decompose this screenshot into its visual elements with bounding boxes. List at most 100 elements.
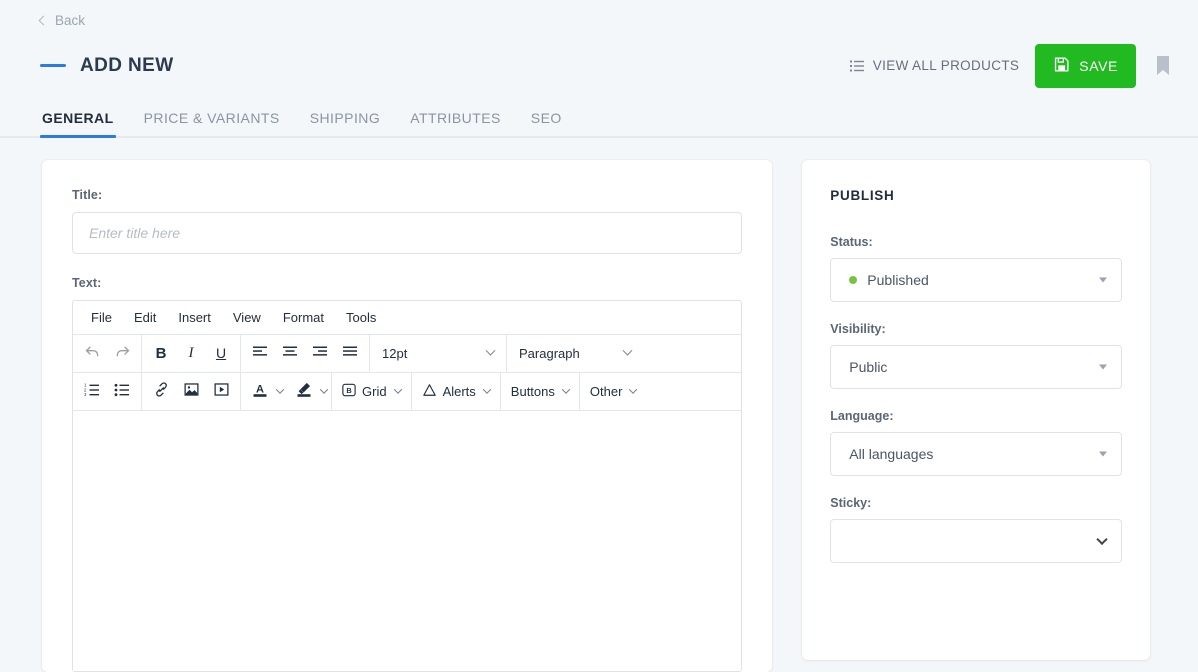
insert-group [142, 372, 241, 410]
tab-seo[interactable]: SEO [529, 110, 564, 136]
media-icon [213, 381, 230, 401]
chevron-down-icon[interactable] [275, 385, 285, 394]
caret-down-icon [1099, 364, 1107, 369]
chevron-down-icon [393, 385, 402, 394]
buttons-menu-button[interactable]: Buttons [505, 376, 575, 406]
visibility-select[interactable]: Public [830, 344, 1122, 389]
bookmark-button[interactable] [1152, 52, 1174, 80]
save-button[interactable]: SAVE [1035, 43, 1136, 88]
other-menu-button[interactable]: Other [584, 376, 643, 406]
redo-icon [114, 343, 131, 363]
italic-button[interactable]: I [176, 338, 206, 368]
bullet-list-button[interactable] [107, 376, 137, 406]
status-label: Status: [830, 234, 873, 249]
underline-button[interactable]: U [206, 338, 236, 368]
publish-panel-title: PUBLISH [830, 187, 895, 203]
text-field-label: Text: [72, 275, 102, 290]
status-dot-icon [849, 275, 858, 284]
bullet-list-icon [114, 382, 130, 401]
highlight-color-control[interactable] [289, 376, 329, 406]
menu-tools[interactable]: Tools [338, 308, 384, 327]
chevron-down-icon [629, 385, 638, 394]
grid-group: B Grid [332, 372, 412, 410]
text-color-icon: A [252, 381, 268, 401]
alignment-group [241, 334, 370, 372]
font-size-group: 12pt [370, 334, 507, 372]
block-format-value: Paragraph [519, 345, 580, 361]
save-label: SAVE [1079, 57, 1118, 74]
editor-content-area[interactable] [73, 410, 742, 671]
font-size-value: 12pt [382, 345, 408, 361]
language-select[interactable]: All languages [830, 431, 1122, 476]
chevron-down-icon[interactable] [319, 385, 329, 394]
block-format-select[interactable]: Paragraph [511, 338, 639, 368]
numbered-list-button[interactable]: 1 2 3 [77, 376, 107, 406]
alerts-label: Alerts [442, 383, 476, 399]
font-size-select[interactable]: 12pt [374, 338, 502, 368]
link-button[interactable] [146, 376, 176, 406]
sticky-label: Sticky: [830, 495, 872, 510]
align-justify-button[interactable] [335, 338, 365, 368]
tab-general[interactable]: GENERAL [40, 110, 116, 138]
redo-button[interactable] [107, 338, 137, 368]
link-icon [153, 381, 170, 401]
rich-text-editor: File Edit Insert View Format Tools B I U… [72, 299, 743, 672]
svg-text:3: 3 [84, 392, 87, 397]
general-form-card: Title: Text: File Edit Insert View Forma… [42, 159, 773, 672]
svg-text:A: A [256, 384, 264, 396]
tab-attributes[interactable]: ATTRIBUTES [408, 110, 503, 136]
grid-menu-button[interactable]: B Grid [336, 376, 407, 406]
text-color-control[interactable]: A [245, 376, 285, 406]
menu-edit[interactable]: Edit [126, 308, 164, 327]
text-color-button[interactable]: A [245, 376, 275, 406]
header-actions: VIEW ALL PRODUCTS SAVE [849, 43, 1174, 88]
view-all-products-link[interactable]: VIEW ALL PRODUCTS [849, 58, 1019, 73]
publish-panel: PUBLISH Status: Published Visibility: Pu… [802, 159, 1150, 660]
highlight-color-button[interactable] [289, 376, 319, 406]
menu-insert[interactable]: Insert [170, 308, 219, 327]
align-center-button[interactable] [275, 338, 305, 368]
list-icon [849, 60, 864, 72]
media-button[interactable] [206, 376, 236, 406]
page-title: ADD NEW [80, 54, 174, 76]
tab-price-variants[interactable]: PRICE & VARIANTS [142, 110, 282, 136]
align-center-icon [282, 344, 298, 363]
status-select[interactable]: Published [830, 257, 1122, 302]
page-header: Back ADD NEW VIEW ALL PRODUCTS SAVE [0, 0, 1198, 88]
align-right-icon [312, 344, 328, 363]
chevron-left-icon [38, 15, 49, 26]
align-right-button[interactable] [305, 338, 335, 368]
status-value: Published [867, 271, 929, 288]
visibility-label: Visibility: [830, 321, 886, 336]
list-group: 1 2 3 [73, 372, 142, 410]
caret-down-icon [1099, 277, 1107, 282]
tab-shipping[interactable]: SHIPPING [308, 110, 383, 136]
editor-toolbar-row-2: 1 2 3 A B Grid Alerts Buttons Other [73, 372, 742, 411]
title-accent-dash [40, 64, 66, 67]
other-label: Other [589, 383, 623, 399]
alerts-menu-button[interactable]: Alerts [416, 376, 496, 406]
visibility-value: Public [849, 358, 888, 375]
chevron-down-icon [482, 385, 492, 394]
svg-text:B: B [346, 386, 352, 395]
title-input[interactable] [72, 211, 743, 254]
back-link[interactable]: Back [38, 10, 85, 32]
alert-triangle-icon [422, 383, 437, 400]
bold-button[interactable]: B [146, 338, 176, 368]
numbered-list-icon: 1 2 3 [84, 382, 100, 401]
buttons-label: Buttons [510, 383, 555, 399]
image-icon [183, 381, 200, 401]
sticky-select-wrapper [830, 518, 1122, 563]
buttons-group: Buttons [501, 372, 580, 410]
highlight-color-icon [296, 381, 312, 401]
title-row: ADD NEW VIEW ALL PRODUCTS SAVE [40, 43, 1174, 88]
menu-view[interactable]: View [225, 308, 269, 327]
sticky-select[interactable] [830, 518, 1122, 563]
menu-file[interactable]: File [83, 308, 120, 327]
menu-format[interactable]: Format [275, 308, 332, 327]
undo-button[interactable] [77, 338, 107, 368]
align-left-icon [252, 344, 268, 363]
align-left-button[interactable] [245, 338, 275, 368]
image-button[interactable] [176, 376, 206, 406]
chevron-down-icon [622, 345, 633, 356]
